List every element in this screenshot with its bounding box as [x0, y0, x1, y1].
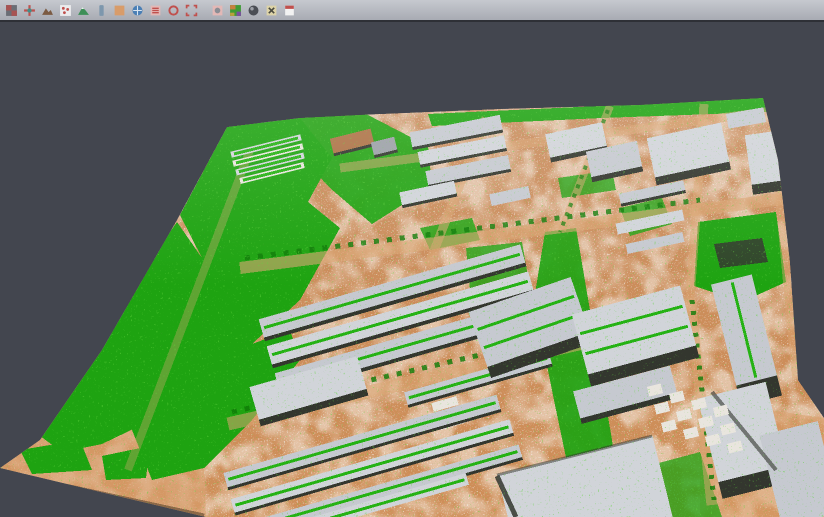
toolbar [0, 0, 824, 22]
distance-haze [0, 98, 824, 517]
mask-icon[interactable] [210, 3, 225, 18]
viewport-3d[interactable] [0, 24, 824, 517]
dsm-icon[interactable] [112, 3, 127, 18]
application-window [0, 0, 824, 517]
circle-select-icon[interactable] [166, 3, 181, 18]
scene-canvas [0, 24, 824, 517]
clear-icon[interactable] [264, 3, 279, 18]
section-icon[interactable] [94, 3, 109, 18]
report-icon[interactable] [282, 3, 297, 18]
classification-icon[interactable] [228, 3, 243, 18]
tin-mound-icon[interactable] [40, 3, 55, 18]
globe-icon[interactable] [130, 3, 145, 18]
dark-sphere-icon[interactable] [246, 3, 261, 18]
point-cloud-icon[interactable] [58, 3, 73, 18]
registration-icon[interactable] [22, 3, 37, 18]
dem-tile-icon[interactable] [4, 3, 19, 18]
terrain-hill-icon[interactable] [76, 3, 91, 18]
terrain-model [0, 90, 824, 517]
rect-select-icon[interactable] [184, 3, 199, 18]
profile-icon[interactable] [148, 3, 163, 18]
